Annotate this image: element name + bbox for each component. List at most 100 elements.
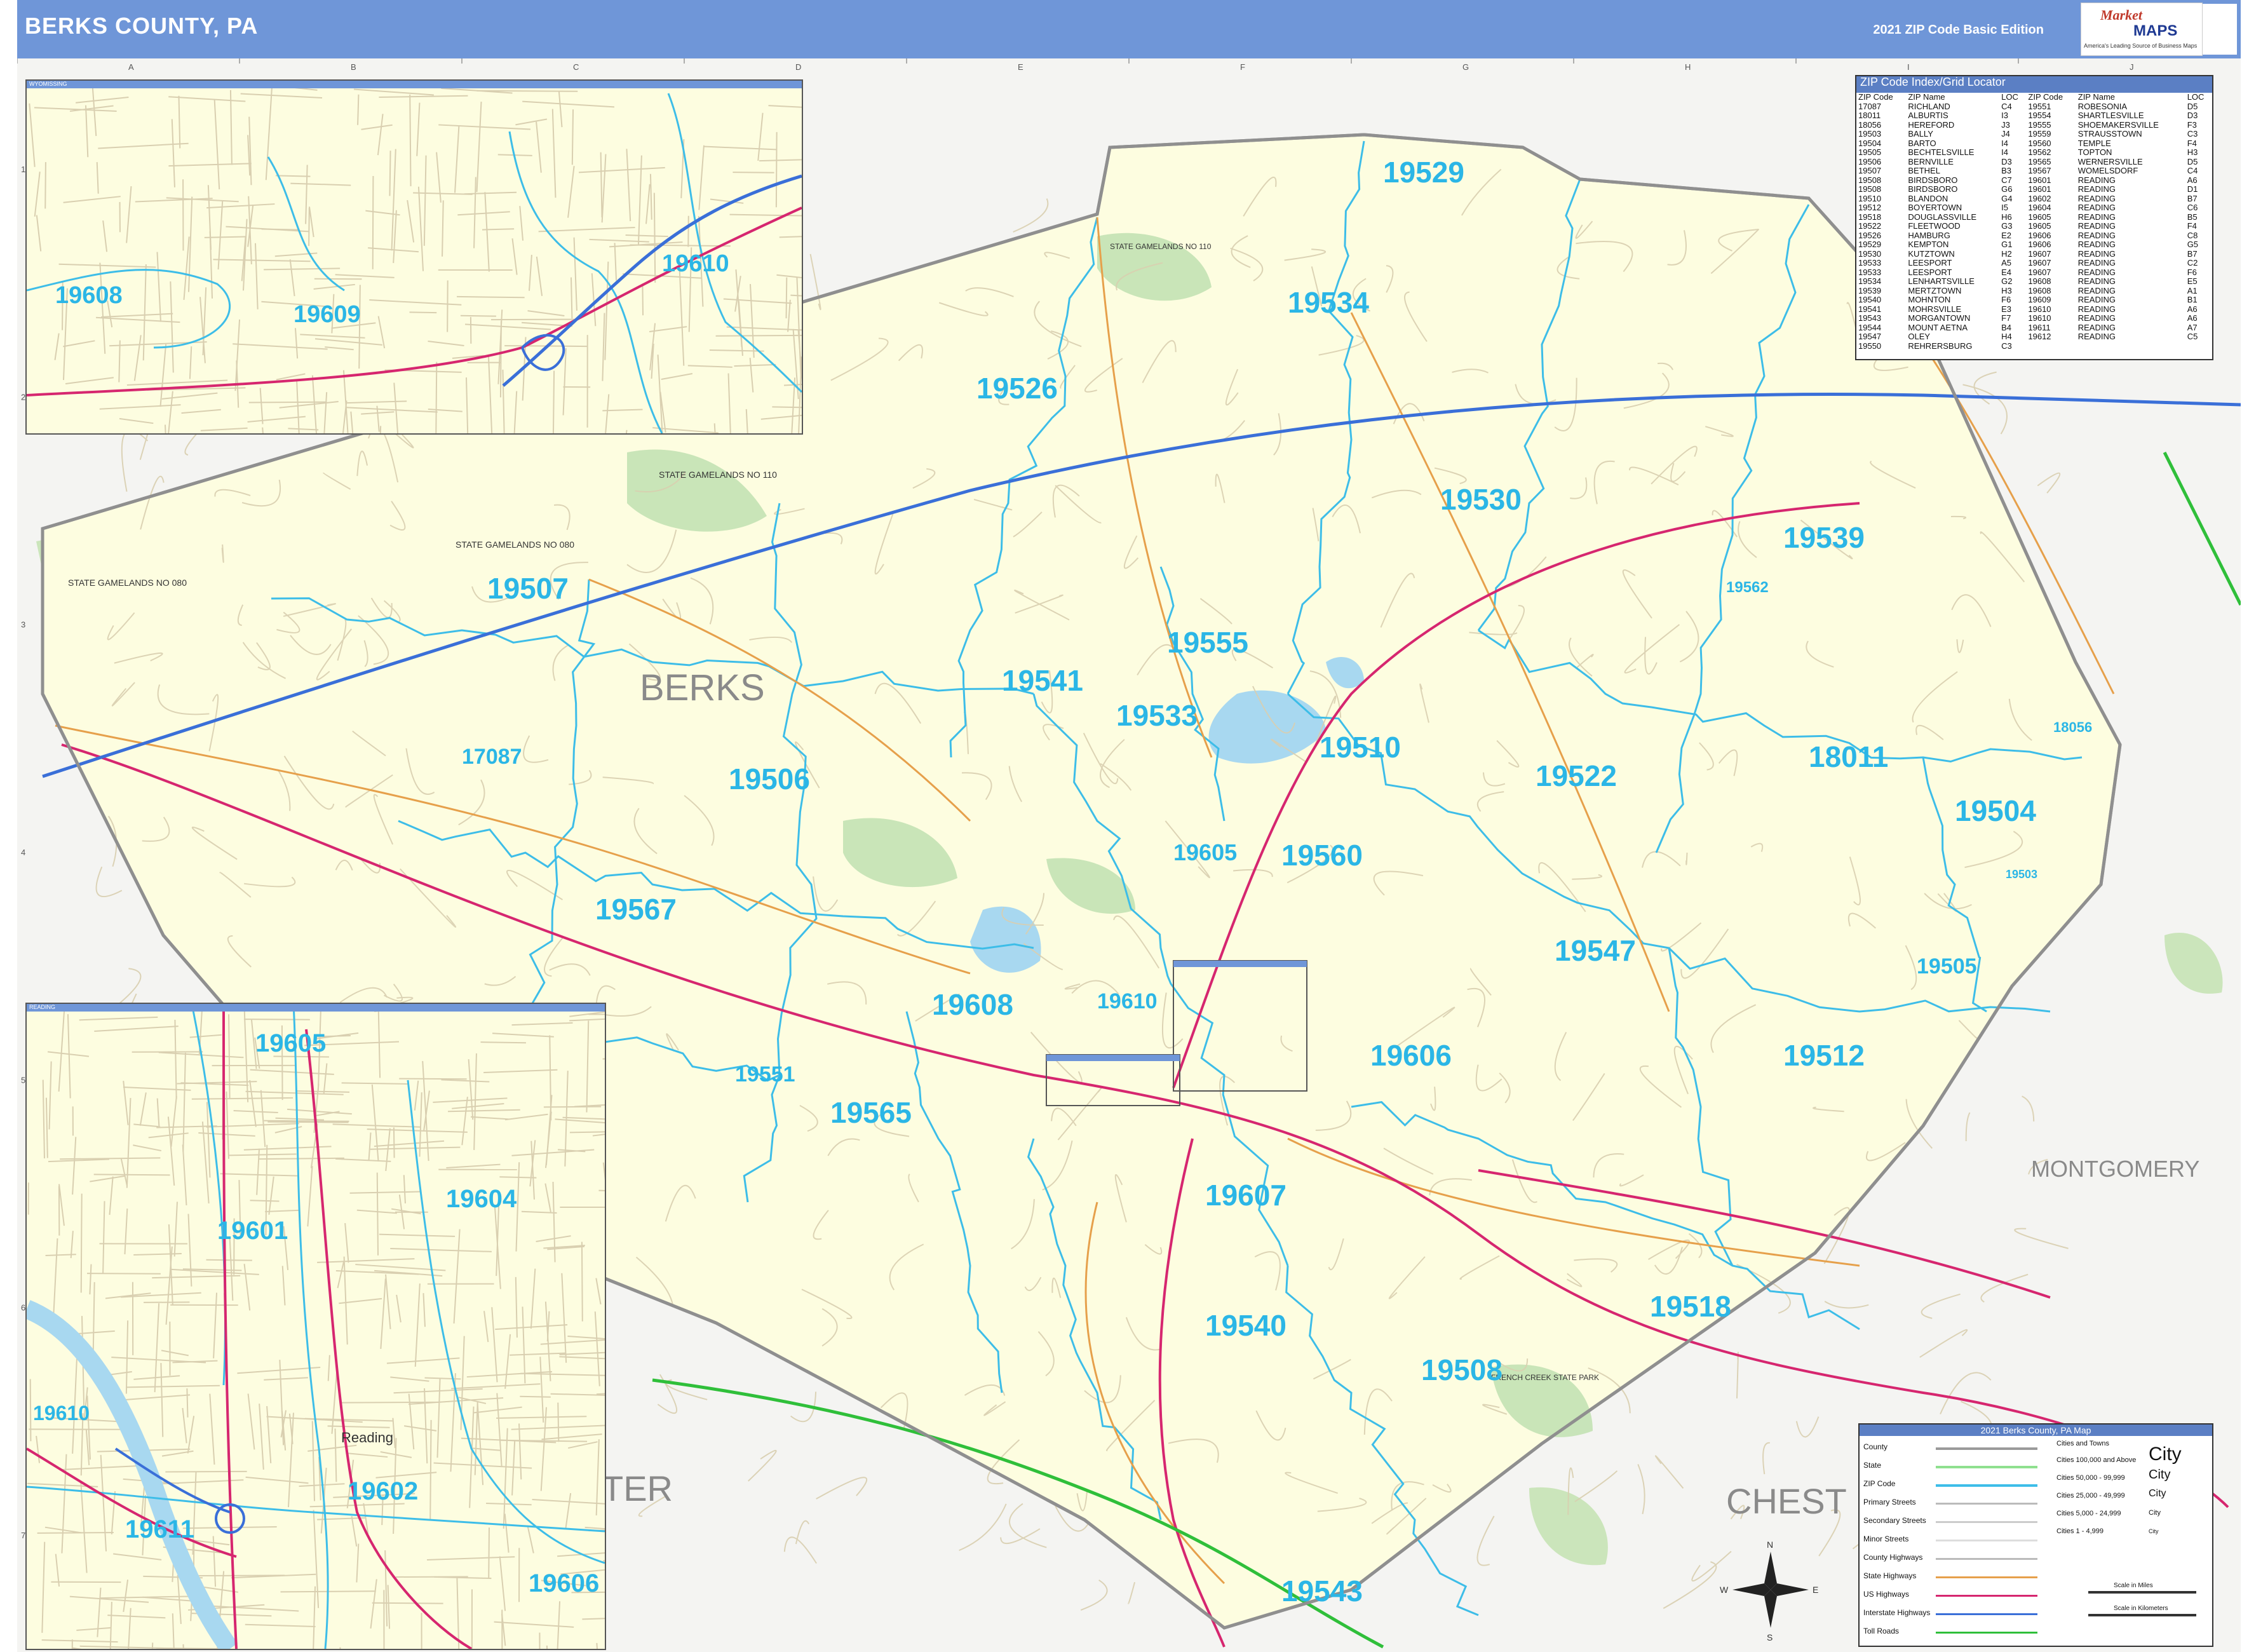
zip-index-cell: 19512 (1858, 203, 1882, 212)
zip-index-cell: F4 (2187, 138, 2197, 148)
zip-index-header-cell: LOC (2187, 92, 2205, 102)
zip-index-cell: READING (2077, 295, 2116, 304)
zip-index-cell: READING (2077, 203, 2116, 212)
legend-item-swatch (1936, 1595, 2037, 1597)
inset-reading-zip-19605: 19605 (255, 1029, 326, 1057)
zip-index-row: 18056 HEREFORD J3 19555 SHOEMAKERSVILLE F3 (1856, 120, 2212, 130)
zip-index-cell: H4 (2001, 332, 2012, 341)
legend-item-label: ZIP Code (1863, 1479, 1896, 1488)
zip-index-cell: G4 (2001, 193, 2013, 203)
zip-index-cell: F7 (2001, 313, 2011, 323)
zip-index-row: 19539 MERTZTOWN H3 19608 READING A1 (1856, 286, 2212, 296)
scale-label-miles: Scale in Miles (2114, 1582, 2153, 1589)
zip-index-header-cell: ZIP Code (2028, 92, 2063, 102)
zip-index-cell: READING (2077, 221, 2116, 231)
legend-city-tier: Cities 1 - 4,999 (2056, 1527, 2104, 1535)
zip-index-header-cell: ZIP Name (2077, 92, 2116, 102)
legend-item-label: Secondary Streets (1863, 1516, 1926, 1525)
zip-index-cell: 19612 (2028, 332, 2051, 341)
zip-label: 19508 (1421, 1353, 1503, 1386)
zip-index-cell: C5 (2187, 332, 2198, 341)
legend-city-tier: Cities 50,000 - 99,999 (2056, 1474, 2125, 1482)
zip-index-cell: C4 (2187, 166, 2198, 175)
zip-index-cell: READING (2077, 184, 2116, 194)
zip-index-cell: 19540 (1858, 295, 1882, 304)
zip-index-cell: 19522 (1858, 221, 1882, 231)
zip-index-cell: E3 (2001, 304, 2012, 314)
inset-reading[interactable]: READING 19605 19601 19604 19610 19602 19… (25, 1003, 606, 1650)
zip-index-cell: BARTO (1908, 138, 1936, 148)
inset-reading-zip-19602: 19602 (348, 1477, 418, 1505)
map-legend: 2021 Berks County, PA Map County State ZIP… (1858, 1423, 2213, 1647)
zip-index-cell: HAMBURG (1908, 230, 1950, 240)
zip-index-cell: 19505 (1858, 147, 1882, 157)
zip-label: 19551 (735, 1062, 795, 1087)
grid-column-label: C (573, 62, 579, 72)
zip-index-cell: STRAUSSTOWN (2077, 129, 2142, 139)
inset-reading-zip-19604: 19604 (446, 1185, 517, 1213)
zip-index-row: 19529 KEMPTON G1 19606 READING G5 (1856, 240, 2212, 250)
zip-index-cell: 19607 (2028, 258, 2051, 267)
zip-index-row: 19504 BARTO I4 19560 TEMPLE F4 (1856, 139, 2212, 149)
zip-index-cell: 19606 (2028, 240, 2051, 249)
zip-index-cell: G2 (2001, 276, 2013, 286)
zip-index-cell: 19560 (2028, 138, 2051, 148)
zip-index-header-row: ZIP Code ZIP Name LOC ZIP Code ZIP Name … (1856, 92, 2212, 102)
zip-index-cell: DOUGLASSVILLE (1908, 212, 1977, 222)
zip-index-cell: 19508 (1858, 175, 1882, 185)
legend-item-label: State (1863, 1461, 1882, 1470)
zip-index-cell: READING (2077, 240, 2116, 249)
zip-index-row: 19543 MORGANTOWN F7 19610 READING A6 (1856, 313, 2212, 323)
zip-index-cell: A7 (2187, 322, 2198, 332)
grid-column-label: G (1462, 62, 1469, 72)
zip-index-cell: BLANDON (1908, 193, 1948, 203)
zip-index-cell: REHRERSBURG (1908, 341, 1973, 351)
grid-row-label: 4 (21, 848, 25, 857)
inset-wyomissing-title: WYOMISSING (29, 81, 67, 87)
zip-index-cell: C8 (2187, 230, 2198, 240)
compass-e: E (1813, 1585, 1818, 1595)
zip-index-cell: TEMPLE (2077, 138, 2111, 148)
zip-index-cell: WERNERSVILLE (2077, 156, 2143, 166)
zip-index-cell: C4 (2001, 101, 2012, 111)
grid-column-label: F (1240, 62, 1245, 72)
inset-wyomissing[interactable]: WYOMISSING 19608 19609 19610 (25, 79, 803, 435)
legend-item-label: State Highways (1863, 1571, 1917, 1580)
zip-index-cell: B7 (2187, 248, 2198, 259)
legend-city-sample: City (2149, 1444, 2182, 1465)
zip-label: 19605 (1173, 839, 1237, 865)
legend-item-swatch (1936, 1466, 2037, 1468)
zip-index-cell: 19526 (1858, 230, 1882, 240)
zip-index-row: 19512 BOYERTOWN I5 19604 READING C6 (1856, 203, 2212, 213)
zip-index-cell: BIRDSBORO (1908, 184, 1958, 194)
zip-index-cell: LENHARTSVILLE (1908, 276, 1975, 286)
compass-s: S (1767, 1632, 1773, 1642)
zip-label: 19555 (1167, 626, 1248, 659)
inset-reading-city-label: Reading (341, 1430, 393, 1446)
county-label-montgomery: MONTGOMERY (2031, 1156, 2199, 1182)
zip-index-table: ZIP Code ZIP Name LOC ZIP Code ZIP Name … (1856, 92, 2212, 351)
zip-index-cell: 19541 (1858, 304, 1882, 314)
zip-index-cell: FLEETWOOD (1908, 221, 1961, 231)
header-bar: BERKS COUNTY, PA 2021 ZIP Code Basic Edi… (17, 0, 2241, 58)
zip-index-row: 17087 RICHLAND C4 19551 ROBESONIA D5 (1856, 102, 2212, 112)
zip-index-cell: 19610 (2028, 304, 2051, 314)
zip-index-cell: BIRDSBORO (1908, 175, 1958, 185)
zip-index-cell: 19604 (2028, 203, 2051, 212)
legend-title: 2021 Berks County, PA Map (1860, 1425, 2212, 1436)
zip-index-cell: WOMELSDORF (2077, 166, 2138, 175)
zip-index-cell: 19550 (1858, 341, 1882, 351)
zip-index-cell: G3 (2001, 221, 2013, 231)
legend-item-label: Interstate Highways (1863, 1608, 1931, 1617)
zip-index-cell: 19554 (2028, 111, 2051, 120)
grid-column-label: B (351, 62, 356, 72)
zip-index-cell: 19530 (1858, 248, 1882, 259)
zip-label: 17087 (462, 745, 522, 769)
legend-city-tier: Cities 100,000 and Above (2056, 1456, 2137, 1464)
zip-index-cell: READING (2077, 258, 2116, 267)
legend-city-sample: City (2149, 1488, 2166, 1499)
zip-label: 19543 (1281, 1574, 1363, 1608)
zip-index-cell: H6 (2001, 212, 2012, 222)
grid-column-label: I (1907, 62, 1910, 72)
grid-column-label: A (128, 62, 134, 72)
